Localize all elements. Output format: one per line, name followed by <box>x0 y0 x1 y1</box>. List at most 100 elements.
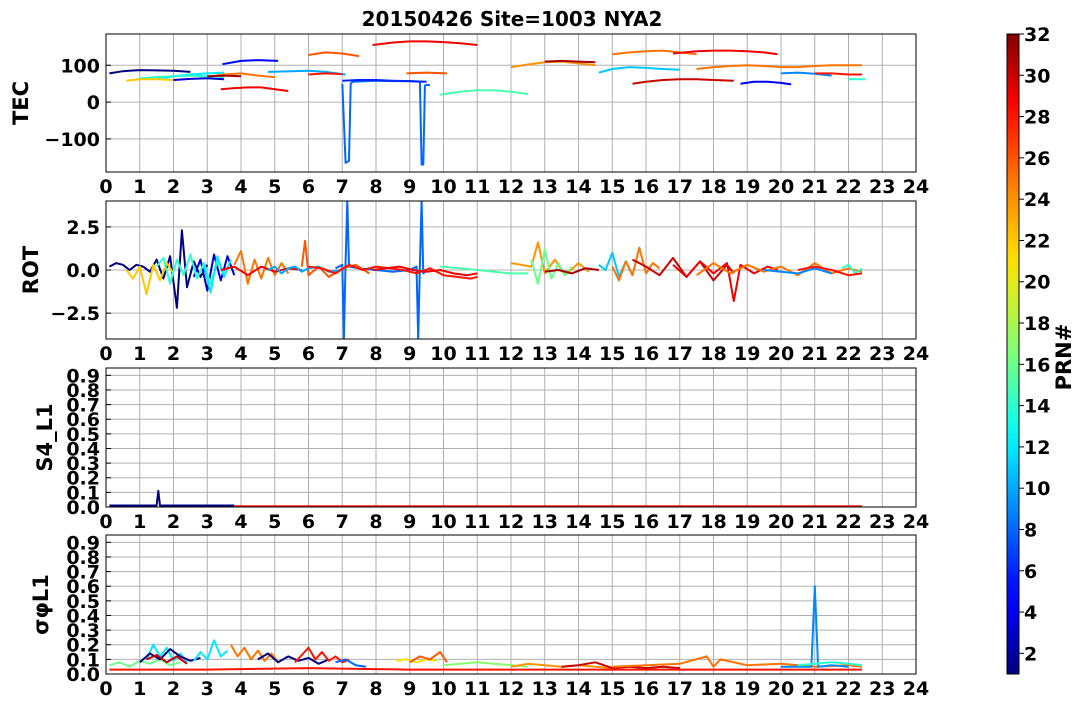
series-line-prn-26 <box>409 651 448 664</box>
x-tick-label: 19 <box>734 678 760 700</box>
x-tick-label: 23 <box>869 511 895 533</box>
tec-rot-scintillation-figure: 20150426 Site=1003 NYA2 0 1 2 3 4 5 6 7 8 9 10 11 12… <box>9 7 1076 700</box>
x-tick-label: 12 <box>498 678 524 700</box>
x-tick-label: 5 <box>268 343 281 365</box>
x-tick-label: 18 <box>700 511 726 533</box>
x-tick-label: 22 <box>835 511 861 533</box>
x-tick-label: 13 <box>532 678 558 700</box>
x-tick-label: 17 <box>667 343 693 365</box>
series-line-prn-29 <box>372 40 478 46</box>
x-tick-label: 7 <box>336 511 349 533</box>
x-tick-label: 3 <box>201 511 214 533</box>
y-tick-label: −100 <box>44 129 100 151</box>
series-line-prn-1 <box>108 229 209 309</box>
colorbar-tick-label: 12 <box>1024 437 1050 459</box>
colorbar-tick-label: 14 <box>1024 396 1050 418</box>
x-tick-label: 22 <box>835 343 861 365</box>
x-tick-label: 16 <box>633 176 659 198</box>
x-tick-label: 24 <box>903 176 929 198</box>
x-tick-label: 2 <box>167 343 180 365</box>
series-group <box>108 201 863 339</box>
x-tick-label: 2 <box>167 176 180 198</box>
x-tick-label: 12 <box>498 343 524 365</box>
colorbar-gradient <box>1006 33 1020 675</box>
x-tick-label: 17 <box>667 678 693 700</box>
y-tick-label: −2.5 <box>50 303 100 325</box>
series-line-prn-11 <box>598 66 680 74</box>
x-tick-label: 3 <box>201 678 214 700</box>
x-tick-label: 6 <box>302 343 315 365</box>
x-tick-label: 8 <box>369 511 382 533</box>
series-line-prn-25 <box>696 262 863 277</box>
series-line-prn-30 <box>632 78 734 85</box>
y-tick-label: 0.9 <box>66 365 100 387</box>
x-tick-label: 18 <box>700 176 726 198</box>
panel-sigma: 0 1 2 3 4 5 6 7 8 9 10 11 12 13 14 15 16 17 18 19 20 21 22 23 24… <box>29 532 929 700</box>
panel-tec: 0 1 2 3 4 5 6 7 8 9 10 11 12 13 14 15 16 17 18 19 20 21 22 23 24… <box>9 33 929 198</box>
x-tick-label: 14 <box>565 176 591 198</box>
y-tick-label: 2.5 <box>66 217 100 239</box>
colorbar-label: PRN# <box>1052 324 1076 391</box>
colorbar-tick-label: 26 <box>1024 148 1050 170</box>
x-tick-label: 11 <box>464 343 490 365</box>
series-line-prn-8 <box>341 79 431 166</box>
x-tick-label: 10 <box>430 176 456 198</box>
series-line-prn-29 <box>220 86 289 92</box>
series-line-prn-28 <box>814 72 862 76</box>
x-tick-label: 0 <box>99 176 112 198</box>
x-tick-label: 3 <box>201 176 214 198</box>
x-tick-label: 16 <box>633 678 659 700</box>
x-tick-label: 1 <box>133 511 146 533</box>
x-tick-label: 12 <box>498 176 524 198</box>
series-group <box>109 489 862 507</box>
x-tick-label: 14 <box>565 511 591 533</box>
x-tick-label: 14 <box>565 678 591 700</box>
y-axis-label: TEC <box>9 81 33 125</box>
colorbar-tick-label: 18 <box>1024 313 1050 335</box>
x-tick-label: 11 <box>464 678 490 700</box>
colorbar-tick-label: 16 <box>1024 354 1050 376</box>
x-tick-label: 20 <box>768 343 794 365</box>
x-tick-label: 22 <box>835 176 861 198</box>
x-tick-label: 1 <box>133 343 146 365</box>
x-tick-label: 23 <box>869 678 895 700</box>
x-tick-label: 24 <box>903 511 929 533</box>
x-tick-label: 22 <box>835 678 861 700</box>
series-line-prn-15 <box>439 89 529 96</box>
x-tick-label: 0 <box>99 511 112 533</box>
x-tick-label: 10 <box>430 511 456 533</box>
x-tick-label: 21 <box>802 176 828 198</box>
x-tick-label: 24 <box>903 678 929 700</box>
series-line-prn-3 <box>173 77 225 81</box>
y-tick-label: 0 <box>87 92 100 114</box>
x-tick-label: 16 <box>633 343 659 365</box>
series-line-prn-5 <box>222 59 279 66</box>
x-tick-label: 0 <box>99 678 112 700</box>
y-tick-label: 0.0 <box>66 260 100 282</box>
x-tick-label: 23 <box>869 176 895 198</box>
colorbar-tick-label: 20 <box>1024 272 1050 294</box>
series-line-prn-8 <box>335 658 367 668</box>
x-tick-label: 15 <box>599 511 625 533</box>
x-tick-label: 18 <box>700 343 726 365</box>
prn-colorbar: 2468101214161820222426283032PRN# <box>1006 24 1076 675</box>
x-tick-label: 6 <box>302 678 315 700</box>
colorbar-tick-label: 10 <box>1024 478 1050 500</box>
x-tick-label: 14 <box>565 343 591 365</box>
series-line-prn-22 <box>126 78 174 82</box>
x-tick-label: 16 <box>633 511 659 533</box>
x-tick-label: 21 <box>802 343 828 365</box>
figure-title: 20150426 Site=1003 NYA2 <box>362 7 663 31</box>
x-tick-label: 9 <box>403 678 416 700</box>
x-tick-label: 10 <box>430 678 456 700</box>
x-tick-label: 21 <box>802 511 828 533</box>
x-tick-label: 15 <box>599 176 625 198</box>
colorbar-tick-label: 24 <box>1024 189 1050 211</box>
colorbar-tick-label: 4 <box>1024 602 1037 624</box>
x-tick-label: 19 <box>734 176 760 198</box>
x-tick-label: 8 <box>369 343 382 365</box>
x-tick-label: 23 <box>869 343 895 365</box>
series-line-prn-31 <box>207 74 242 78</box>
x-tick-label: 20 <box>768 678 794 700</box>
x-tick-label: 21 <box>802 678 828 700</box>
